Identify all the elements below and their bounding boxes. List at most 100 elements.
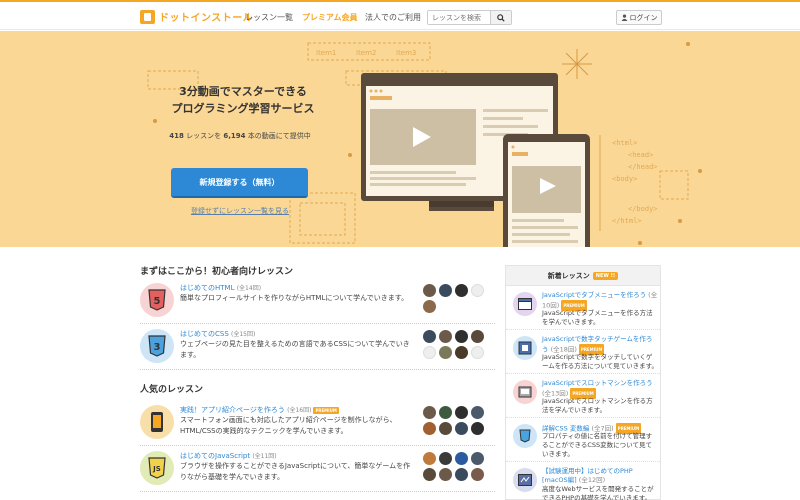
code-line: <html> [612,139,637,147]
avatar-group [423,330,493,359]
sidebar-lesson-item[interactable]: 【試験運用中】はじめてのPHP [macOS編] (全12回) 高度なWebサー… [506,462,660,500]
avatar [423,406,436,419]
lesson-description: 簡単なプロフィールサイトを作りながらHTMLについて学んでいきます。 [180,294,409,302]
avatar [455,452,468,465]
lesson-title[interactable]: はじめてのHTML (全14回) [180,283,261,293]
smartphone-icon [140,405,174,439]
avatar [439,346,452,359]
avatar [471,346,484,359]
signup-button[interactable]: 新規登録する（無料） [171,168,308,198]
sidebar-lesson-title[interactable]: 【試験運用中】はじめてのPHP [macOS編] (全12回) [542,467,658,485]
avatar-group [423,406,493,435]
css3-icon [513,424,537,448]
nav-lessons[interactable]: レッスン一覧 [245,12,293,23]
avatar-group [423,452,493,481]
hero-banner: <html> <head> </head> <body> </body> </h… [0,31,800,247]
lesson-description: スマートフォン画面にも対応したアプリ紹介ページを制作しながら、HTML/CSSの… [180,416,397,435]
avatar [439,468,452,481]
site-logo[interactable]: ドットインストール [140,9,253,24]
lesson-count: 418 [169,132,184,140]
search-button[interactable] [490,11,511,24]
login-button[interactable]: ログイン [616,10,662,25]
sidebar-lesson-description: JavaScriptでスロットマシンを作る方法を学んでいきます。 [542,397,653,414]
nav-business[interactable]: 法人でのご利用 [365,12,421,23]
lesson-item[interactable]: 3 はじめてのCSS (全15回) ウェブページの見た目を整えるための言語である… [140,324,495,370]
premium-badge: PREMIUM [313,406,339,414]
art-tab: Item2 [356,49,376,57]
javascript-icon-text: JS [152,465,161,473]
lesson-title[interactable]: 実践！アプリ紹介ページを作ろう (全16回) PREMIUM [180,405,339,415]
lesson-count-label: (全11回) [252,453,277,460]
video-count: 6,194 [223,132,246,140]
php-icon [513,468,537,492]
sidebar-lesson-item[interactable]: JavaScriptでタブメニューを作ろう (全10回) PREMIUM Java… [506,286,660,330]
slot-machine-icon [513,380,537,404]
hero-illustration: <html> <head> </head> <body> </body> </h… [147,42,702,247]
logo-text: ドットインストール [159,13,254,24]
lesson-item[interactable]: 実践！アプリ紹介ページを作ろう (全16回) PREMIUM スマートフォン画面に… [140,400,495,446]
code-line: <head> [628,151,653,159]
beginner-section-title: まずはここから！初心者向けレッスン [140,267,294,277]
avatar [471,452,484,465]
lesson-item[interactable]: JS はじめてのJavaScript (全11回) ブラウザを操作することができ… [140,446,495,492]
sidebar-lesson-title[interactable]: JavaScriptでスロットマシンを作ろう (全13回) PREMIUM [542,379,658,399]
avatar [423,422,436,435]
avatar [423,468,436,481]
avatar [423,346,436,359]
sidebar-lesson-description: プロパティの値に名前を付けて管理することができるCSS変数について見ていきます。 [542,432,653,458]
sidebar-lesson-description: JavaScriptでタブメニューを作る方法を学んでいきます。 [542,309,653,326]
hero-stats: 418 レッスンを 6,194 本の動画にて提供中 [160,131,320,141]
avatar [439,452,452,465]
avatar [455,284,468,297]
code-line: </html> [612,217,642,225]
avatar [455,346,468,359]
sidebar-title: 新着レッスン [547,271,590,280]
lesson-count-label: (全16回) [287,407,312,414]
lesson-title[interactable]: はじめてのCSS (全15回) [180,329,255,339]
search-input[interactable] [428,11,490,24]
sidebar-lesson-title[interactable]: JavaScriptで数字タッチゲームを作ろう (全18回) PREMIUM [542,335,658,355]
avatar [439,406,452,419]
avatar [471,284,484,297]
tab-menu-icon [513,292,537,316]
lesson-item[interactable]: 5 はじめてのHTML (全14回) 簡単なプロフィールサイトを作りながらHTM… [140,278,495,324]
sidebar-lesson-description: JavaScriptで数字をタッチしていくゲームを作る方法について見ていきます。 [542,353,658,370]
sidebar-lesson-title[interactable]: JavaScriptでタブメニューを作ろう (全10回) PREMIUM [542,291,658,311]
code-line: <body> [612,175,637,183]
art-tab: Item1 [316,49,336,57]
code-line: </head> [628,163,658,171]
javascript-icon: JS [140,451,174,485]
stats-mid: レッスンを [183,132,224,140]
avatar [439,330,452,343]
hero-headline-line1: 3分動画でマスターできる [179,85,307,98]
main-content: まずはここから！初心者向けレッスン 5 はじめてのHTML (全14回) 簡単な… [140,247,495,492]
avatar [423,452,436,465]
popular-section-title: 人気のレッスン [140,385,204,395]
login-label: ログイン [629,13,658,22]
avatar [455,422,468,435]
lesson-title[interactable]: はじめてのJavaScript (全11回) [180,451,277,461]
lesson-description: ブラウザを操作することができるJavaScriptについて、簡単なゲームを作りな… [180,462,411,481]
touch-game-icon [513,336,537,360]
html5-icon-text: 5 [154,296,161,307]
lesson-count-label: (全14回) [236,285,262,292]
css3-icon: 3 [140,329,174,363]
browse-lessons-link[interactable]: 登録せずにレッスン一覧を見る [160,206,320,216]
lesson-description: ウェブページの見た目を整えるための言語であるCSSについて学んでいきます。 [180,340,410,359]
hero-headline: 3分動画でマスターできる プログラミング学習サービス [168,83,318,117]
avatar [471,330,484,343]
logo-icon [140,9,155,24]
sidebar-lesson-item[interactable]: JavaScriptで数字タッチゲームを作ろう (全18回) PREMIUM Ja… [506,330,660,374]
avatar [471,468,484,481]
sidebar-lesson-item[interactable]: JavaScriptでスロットマシンを作ろう (全13回) PREMIUM Jav… [506,374,660,418]
nav-premium[interactable]: プレミアム会員 [302,12,357,23]
hero-headline-line2: プログラミング学習サービス [171,102,315,115]
avatar [455,330,468,343]
avatar [455,406,468,419]
art-tab: Item3 [396,49,416,57]
avatar [423,300,436,313]
site-header: ドットインストール レッスン一覧 プレミアム会員 法人でのご利用 ログイン [0,0,800,30]
avatar [423,330,436,343]
sidebar-lesson-item[interactable]: 詳解CSS 変数編 (全7回) PREMIUM プロパティの値に名前を付けて管理す… [506,418,660,462]
user-icon [621,14,627,21]
